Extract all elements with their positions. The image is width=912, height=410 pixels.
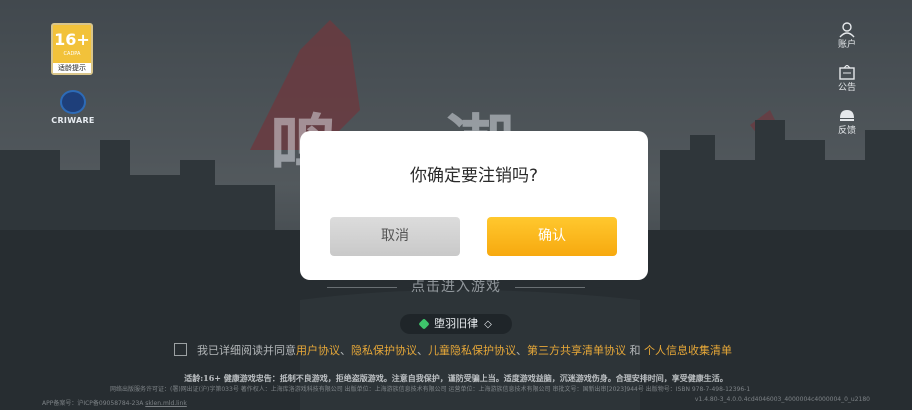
feedback-label: 反馈 bbox=[837, 126, 856, 136]
server-selector[interactable]: 堕羽旧律 ◇ bbox=[400, 314, 512, 334]
child-privacy-link[interactable]: 儿童隐私保护协议 bbox=[428, 344, 516, 357]
enter-game-label: 点击进入游戏 bbox=[411, 279, 501, 295]
notice-button[interactable]: 公告 bbox=[834, 64, 860, 94]
criware-logo: CRIWARE bbox=[50, 90, 96, 125]
version-info: v1.4.80-3_4.0.0.4cd4046003_4000004c40000… bbox=[694, 396, 870, 403]
separator: 、 bbox=[417, 344, 428, 357]
divider bbox=[515, 286, 585, 288]
separator: 、 bbox=[516, 344, 527, 357]
privacy-agreement-link[interactable]: 隐私保护协议 bbox=[351, 344, 417, 357]
server-status-icon bbox=[418, 318, 430, 330]
cancel-button[interactable]: 取消 bbox=[330, 217, 460, 256]
notice-label: 公告 bbox=[837, 83, 856, 93]
user-agreement-link[interactable]: 用户协议 bbox=[296, 344, 340, 357]
health-advice: 适龄:16+ 健康游戏忠告：抵制不良游戏，拒绝盗版游戏。注意自我保护，谨防受骗上… bbox=[184, 373, 728, 383]
feedback-icon bbox=[834, 108, 860, 126]
age-rating-label: 16+ bbox=[54, 30, 90, 49]
license-info: 网络出版服务许可证：(署)网出证(沪)字第033号 著作权人：上海库洛游戏科技有… bbox=[110, 386, 751, 393]
divider bbox=[327, 286, 397, 288]
confirm-button[interactable]: 确认 bbox=[487, 217, 617, 256]
age-rating-code: CADPA bbox=[63, 51, 81, 57]
third-party-list-link[interactable]: 第三方共享清单协议 bbox=[527, 344, 626, 357]
app-record-label: APP备案号：沪ICP备09058784-23A bbox=[42, 400, 146, 407]
criware-name: CRIWARE bbox=[51, 116, 95, 125]
server-name: 堕羽旧律 bbox=[434, 317, 479, 330]
separator: 、 bbox=[340, 344, 351, 357]
dialog-question: 你确定要注销吗? bbox=[409, 166, 539, 186]
account-button[interactable]: 账户 bbox=[834, 22, 860, 51]
agreement-prefix: 我已详细阅读并同意 bbox=[197, 344, 296, 357]
agreement-row: 我已详细阅读并同意用户协议、隐私保护协议、儿童隐私保护协议、第三方共享清单协议 … bbox=[174, 342, 732, 358]
criware-icon bbox=[60, 90, 86, 114]
logout-confirm-dialog: 你确定要注销吗? 取消 确认 bbox=[300, 131, 648, 280]
age-rating-badge[interactable]: 16+ CADPA 适龄提示 bbox=[51, 23, 93, 75]
personal-info-list-link[interactable]: 个人信息收集清单 bbox=[644, 344, 732, 357]
notice-icon bbox=[834, 64, 860, 83]
user-icon bbox=[834, 22, 860, 40]
feedback-button[interactable]: 反馈 bbox=[834, 108, 860, 137]
account-label: 账户 bbox=[837, 40, 856, 50]
agreement-checkbox[interactable] bbox=[174, 343, 187, 356]
age-rating-tip: 适龄提示 bbox=[53, 63, 91, 73]
agreement-conjunction: 和 bbox=[629, 344, 641, 357]
app-record-link[interactable]: sklen.mld.link bbox=[145, 400, 187, 407]
switch-server-icon: ◇ bbox=[484, 319, 492, 330]
app-record: APP备案号：沪ICP备09058784-23A sklen.mld.link bbox=[42, 398, 187, 407]
